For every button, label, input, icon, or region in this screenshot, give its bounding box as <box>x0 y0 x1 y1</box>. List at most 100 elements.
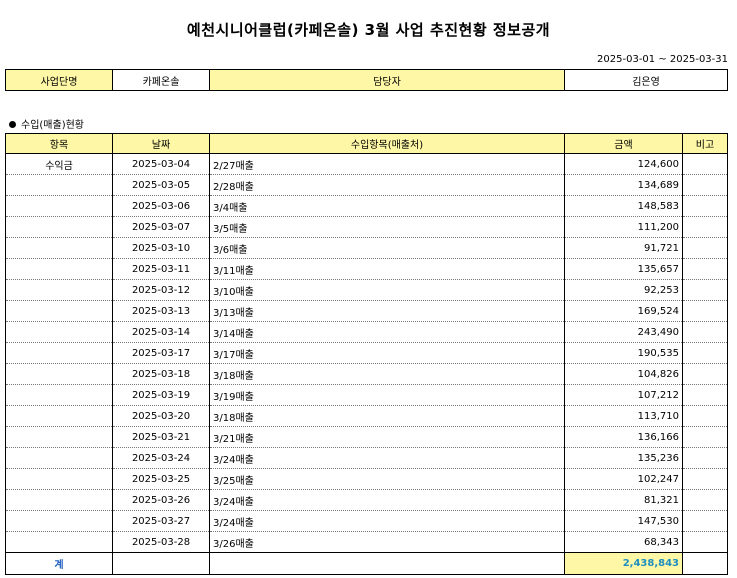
page-title: 예천시니어클럽(카페온솔) 3월 사업 추진현황 정보공개 <box>186 21 551 39</box>
table-row: 2025-03-18 3/18매출 104,826 <box>5 363 728 385</box>
row-category <box>5 342 113 364</box>
row-item: 3/18매출 <box>209 405 565 427</box>
row-note <box>682 237 728 259</box>
row-date: 2025-03-19 <box>112 384 210 406</box>
row-amount: 134,689 <box>564 174 683 196</box>
row-amount: 111,200 <box>564 216 683 238</box>
row-amount: 81,321 <box>564 489 683 511</box>
row-amount: 68,343 <box>564 531 683 553</box>
row-category: 수익금 <box>5 153 113 175</box>
row-item: 3/24매출 <box>209 489 565 511</box>
row-note <box>682 174 728 196</box>
manager-label: 담당자 <box>209 69 565 91</box>
row-date: 2025-03-24 <box>112 447 210 469</box>
section-title: 수입(매출)현황 <box>9 116 84 131</box>
row-date: 2025-03-20 <box>112 405 210 427</box>
row-category <box>5 384 113 406</box>
row-category <box>5 216 113 238</box>
table-row: 2025-03-07 3/5매출 111,200 <box>5 216 728 238</box>
row-date: 2025-03-10 <box>112 237 210 259</box>
row-date: 2025-03-28 <box>112 531 210 553</box>
row-item: 2/27매출 <box>209 153 565 175</box>
row-note <box>682 510 728 532</box>
table-row: 2025-03-14 3/14매출 243,490 <box>5 321 728 343</box>
header-date: 날짜 <box>112 133 210 154</box>
table-row: 2025-03-12 3/10매출 92,253 <box>5 279 728 301</box>
row-item: 3/13매출 <box>209 300 565 322</box>
row-date: 2025-03-12 <box>112 279 210 301</box>
row-date: 2025-03-14 <box>112 321 210 343</box>
row-note <box>682 363 728 385</box>
table-row: 2025-03-13 3/13매출 169,524 <box>5 300 728 322</box>
total-amount: 2,438,843 <box>564 552 683 575</box>
table-row: 2025-03-25 3/25매출 102,247 <box>5 468 728 490</box>
row-amount: 104,826 <box>564 363 683 385</box>
total-date-cell <box>112 552 210 575</box>
row-category <box>5 195 113 217</box>
row-amount: 169,524 <box>564 300 683 322</box>
row-date: 2025-03-26 <box>112 489 210 511</box>
row-amount: 124,600 <box>564 153 683 175</box>
row-category <box>5 447 113 469</box>
total-row: 계 2,438,843 <box>5 552 728 575</box>
row-note <box>682 531 728 553</box>
header-note: 비고 <box>682 133 728 154</box>
row-note <box>682 321 728 343</box>
info-table: 사업단명 카페온솔 담당자 김은영 <box>5 69 728 91</box>
row-category <box>5 237 113 259</box>
table-row: 2025-03-26 3/24매출 81,321 <box>5 489 728 511</box>
row-note <box>682 426 728 448</box>
row-date: 2025-03-18 <box>112 363 210 385</box>
row-category <box>5 468 113 490</box>
row-note <box>682 195 728 217</box>
row-category <box>5 321 113 343</box>
row-amount: 148,583 <box>564 195 683 217</box>
row-note <box>682 405 728 427</box>
row-note <box>682 489 728 511</box>
table-row: 2025-03-05 2/28매출 134,689 <box>5 174 728 196</box>
table-header-row: 항목 날짜 수입항목(매출처) 금액 비고 <box>5 133 728 154</box>
row-item: 3/19매출 <box>209 384 565 406</box>
row-amount: 136,166 <box>564 426 683 448</box>
row-amount: 102,247 <box>564 468 683 490</box>
header-category: 항목 <box>5 133 113 154</box>
row-amount: 243,490 <box>564 321 683 343</box>
row-category <box>5 510 113 532</box>
row-item: 3/24매출 <box>209 510 565 532</box>
row-date: 2025-03-13 <box>112 300 210 322</box>
total-note-cell <box>682 552 728 575</box>
table-row: 2025-03-10 3/6매출 91,721 <box>5 237 728 259</box>
row-note <box>682 153 728 175</box>
table-row: 2025-03-19 3/19매출 107,212 <box>5 384 728 406</box>
row-item: 3/24매출 <box>209 447 565 469</box>
row-item: 3/25매출 <box>209 468 565 490</box>
row-note <box>682 279 728 301</box>
row-item: 3/26매출 <box>209 531 565 553</box>
row-category <box>5 426 113 448</box>
row-category <box>5 531 113 553</box>
row-amount: 135,236 <box>564 447 683 469</box>
manager-name: 김은영 <box>564 69 728 91</box>
row-item: 2/28매출 <box>209 174 565 196</box>
row-date: 2025-03-07 <box>112 216 210 238</box>
table-row: 2025-03-28 3/26매출 68,343 <box>5 531 728 553</box>
table-row: 2025-03-06 3/4매출 148,583 <box>5 195 728 217</box>
total-label: 계 <box>5 552 113 575</box>
row-item: 3/17매출 <box>209 342 565 364</box>
table-row: 수익금 2025-03-04 2/27매출 124,600 <box>5 153 728 175</box>
row-note <box>682 258 728 280</box>
header-amount: 금액 <box>564 133 683 154</box>
revenue-table: 항목 날짜 수입항목(매출처) 금액 비고 수익금 2025-03-04 2/27매… <box>5 133 728 575</box>
row-category <box>5 489 113 511</box>
row-amount: 147,530 <box>564 510 683 532</box>
row-category <box>5 174 113 196</box>
row-amount: 190,535 <box>564 342 683 364</box>
report-period: 2025-03-01 ~ 2025-03-31 <box>597 54 728 65</box>
row-category <box>5 258 113 280</box>
project-name: 카페온솔 <box>112 69 210 91</box>
row-item: 3/21매출 <box>209 426 565 448</box>
row-amount: 91,721 <box>564 237 683 259</box>
row-note <box>682 300 728 322</box>
table-row: 2025-03-27 3/24매출 147,530 <box>5 510 728 532</box>
row-item: 3/6매출 <box>209 237 565 259</box>
